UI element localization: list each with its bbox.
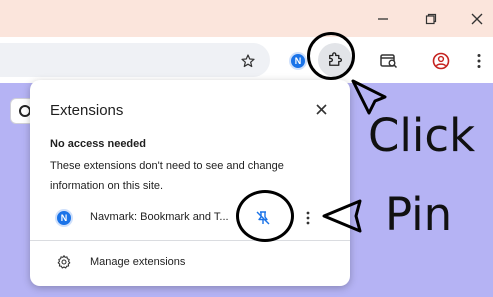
kebab-menu-icon[interactable] <box>468 50 490 72</box>
close-icon[interactable] <box>312 100 330 118</box>
manage-extensions-label: Manage extensions <box>90 256 186 268</box>
restore-icon[interactable] <box>420 8 442 30</box>
click-highlight-circle <box>307 32 355 80</box>
title-bar <box>0 0 493 37</box>
manage-extensions-item[interactable]: Manage extensions <box>30 250 350 276</box>
minimize-icon[interactable] <box>372 8 394 30</box>
popup-title: Extensions <box>50 102 124 119</box>
browser-toolbar: N <box>0 37 493 83</box>
navmark-extension-icon[interactable]: N <box>287 50 309 72</box>
close-icon[interactable] <box>466 8 488 30</box>
pin-annotation-label: Pin <box>385 188 453 241</box>
section-description: These extensions don't need to see and c… <box>50 160 284 192</box>
extensions-popup: Extensions No access needed These extens… <box>30 80 350 286</box>
more-vert-icon[interactable] <box>300 208 316 228</box>
profile-icon[interactable] <box>430 50 452 72</box>
star-icon[interactable] <box>237 50 259 72</box>
pin-highlight-circle <box>236 190 294 242</box>
divider <box>30 240 350 241</box>
extension-row-navmark[interactable]: N Navmark: Bookmark and T... <box>30 204 350 232</box>
navmark-badge: N <box>289 52 307 70</box>
section-title: No access needed <box>50 138 146 150</box>
click-annotation-label: Click <box>368 109 476 162</box>
extension-name[interactable]: Navmark: Bookmark and T... <box>90 211 229 223</box>
address-bar[interactable] <box>0 43 270 77</box>
pin-arrow-icon <box>322 199 362 233</box>
tab-search-icon[interactable] <box>378 50 400 72</box>
navmark-logo-icon: N <box>55 209 73 227</box>
gear-icon <box>55 253 73 271</box>
